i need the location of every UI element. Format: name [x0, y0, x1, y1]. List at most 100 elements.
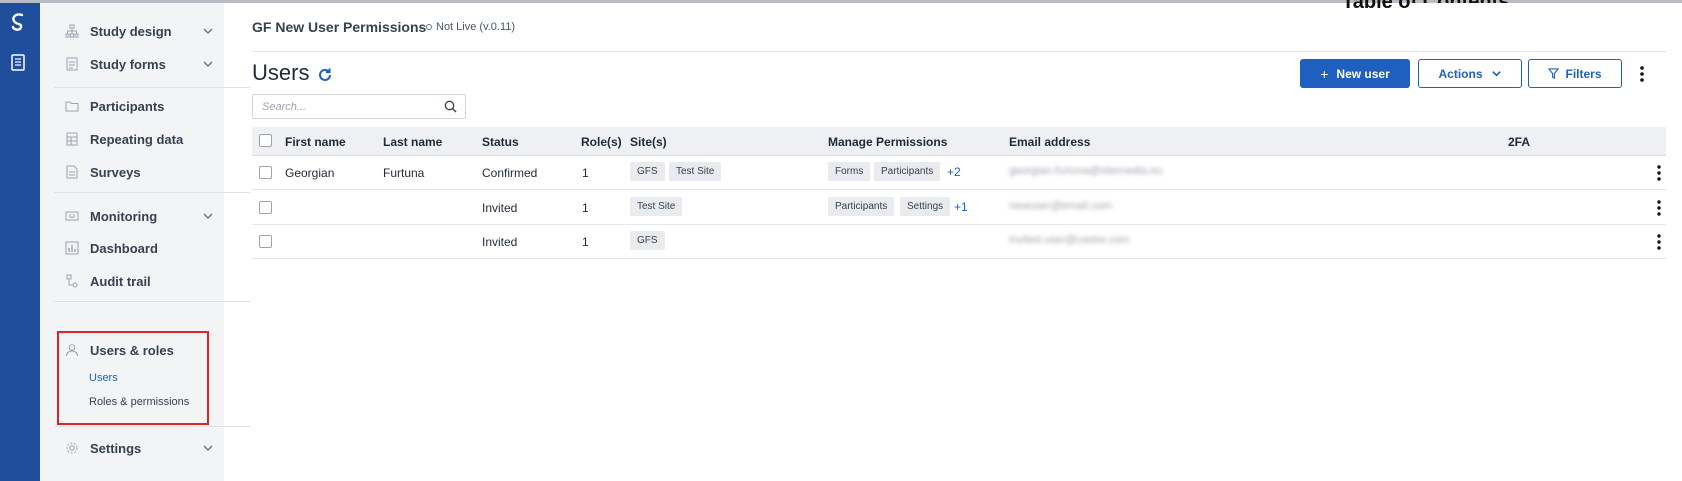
cell-email: georgian.furtuna@sitemedia.eu [1009, 165, 1163, 177]
filter-icon [1548, 68, 1560, 79]
actions-label: Actions [1438, 66, 1483, 81]
row-more-icon[interactable] [1652, 232, 1666, 252]
sidebar-item-label: Study forms [90, 56, 166, 72]
cell-email: newuser@email.com [1009, 200, 1112, 212]
sidebar-item-study-forms[interactable]: Study forms [64, 50, 216, 78]
main-content: GF New User Permissions Not Live (v.0.11… [224, 3, 1682, 481]
search-box [252, 94, 466, 119]
more-permissions-link[interactable]: +2 [947, 165, 961, 179]
sidebar-item-monitoring[interactable]: Monitoring [64, 202, 216, 230]
study-status: Not Live (v.0.11) [426, 21, 515, 33]
cell-status: Invited [482, 201, 518, 215]
table-header: First name Last name Status Role(s) Site… [252, 127, 1666, 156]
row-checkbox[interactable] [259, 166, 272, 179]
table-row[interactable]: Invited 1 Test Site Participants Setting… [252, 191, 1666, 225]
sidebar-item-surveys[interactable]: Surveys [64, 158, 216, 186]
cell-status: Invited [482, 235, 518, 249]
sidebar-item-dashboard[interactable]: Dashboard [64, 234, 216, 262]
permission-tag: Participants [874, 162, 941, 181]
monitor-icon [64, 208, 80, 224]
actions-button[interactable]: Actions [1418, 59, 1522, 88]
select-all-checkbox[interactable] [259, 134, 272, 147]
more-vertical-icon[interactable] [1632, 63, 1652, 85]
highlight-box [57, 331, 209, 425]
sidebar-item-label: Repeating data [90, 131, 184, 147]
sidebar-item-participants[interactable]: Participants [64, 92, 216, 120]
page-title: Users [252, 60, 310, 85]
sidebar-item-audit-trail[interactable]: Audit trail [64, 267, 216, 295]
row-checkbox[interactable] [259, 201, 272, 214]
cell-first-name: Georgian [285, 166, 335, 180]
audit-icon [64, 273, 80, 289]
cell-email: invited.user@castor.com [1009, 234, 1130, 246]
sidebar-item-label: Surveys [90, 164, 141, 180]
survey-doc-icon [64, 164, 80, 180]
sidebar-item-label: Audit trail [90, 273, 151, 289]
chevron-down-icon [203, 28, 213, 34]
sidebar-divider [54, 301, 250, 302]
filters-button[interactable]: Filters [1528, 59, 1622, 88]
cell-last-name: Furtuna [383, 166, 425, 180]
sidebar-item-label: Dashboard [90, 240, 158, 256]
gear-icon [64, 440, 80, 456]
sidebar-divider [54, 426, 250, 427]
refresh-icon[interactable] [316, 66, 334, 84]
sidebar-divider [54, 87, 250, 88]
cell-roles: 1 [582, 166, 589, 180]
search-input[interactable] [253, 95, 433, 118]
sidebar-item-label: Participants [90, 98, 165, 114]
row-more-icon[interactable] [1652, 163, 1666, 183]
status-dot-icon [426, 24, 432, 30]
sidebar-item-repeating-data[interactable]: Repeating data [64, 125, 216, 153]
chevron-down-icon [203, 445, 213, 451]
new-user-button[interactable]: + New user [1300, 59, 1410, 88]
column-last-name[interactable]: Last name [383, 135, 442, 149]
cell-status: Confirmed [482, 166, 538, 180]
permission-tag: Settings [900, 197, 951, 216]
filters-label: Filters [1565, 66, 1602, 81]
site-tag: GFS [630, 162, 665, 181]
row-checkbox[interactable] [259, 235, 272, 248]
study-book-icon[interactable] [9, 53, 27, 73]
permission-tag: Forms [828, 162, 871, 181]
search-icon[interactable] [444, 100, 457, 113]
sidebar-item-settings[interactable]: Settings [64, 434, 216, 462]
chevron-down-icon [203, 61, 213, 67]
plus-icon: + [1320, 65, 1329, 82]
bar-chart-icon [64, 240, 80, 256]
column-first-name[interactable]: First name [285, 135, 346, 149]
row-more-icon[interactable] [1652, 198, 1666, 218]
table-doc-icon [64, 131, 80, 147]
permission-tag: Participants [828, 197, 895, 216]
sidebar-item-study-design[interactable]: Study design [64, 17, 216, 45]
site-tag: GFS [630, 231, 665, 250]
table-row[interactable]: Georgian Furtuna Confirmed 1 GFS Test Si… [252, 156, 1666, 190]
new-user-label: New user [1336, 66, 1390, 81]
sidebar-item-label: Monitoring [90, 208, 158, 224]
column-2fa[interactable]: 2FA [1508, 135, 1530, 149]
column-email[interactable]: Email address [1009, 135, 1090, 149]
more-permissions-link[interactable]: +1 [954, 200, 968, 214]
table-row[interactable]: Invited 1 GFS invited.user@castor.com [252, 225, 1666, 259]
sidebar-item-label: Study design [90, 23, 172, 39]
app-logo-icon[interactable] [8, 11, 28, 33]
sidebar-item-label: Settings [90, 440, 142, 456]
column-sites[interactable]: Site(s) [630, 135, 667, 149]
status-label: Not Live (v.0.11) [436, 21, 516, 33]
form-doc-icon [64, 56, 80, 72]
cell-roles: 1 [582, 235, 589, 249]
header-divider [252, 51, 1666, 52]
folder-icon [64, 98, 80, 114]
column-roles[interactable]: Role(s) [581, 135, 622, 149]
sidebar-divider [54, 192, 250, 193]
cell-roles: 1 [582, 201, 589, 215]
chevron-down-icon [1491, 71, 1501, 77]
site-tag: Test Site [669, 162, 722, 181]
column-manage-permissions[interactable]: Manage Permissions [828, 135, 947, 149]
sitemap-icon [64, 23, 80, 39]
column-status[interactable]: Status [482, 135, 519, 149]
app-rail [0, 3, 40, 481]
study-title: GF New User Permissions [252, 19, 427, 35]
site-tag: Test Site [630, 197, 683, 216]
chevron-down-icon [203, 213, 213, 219]
